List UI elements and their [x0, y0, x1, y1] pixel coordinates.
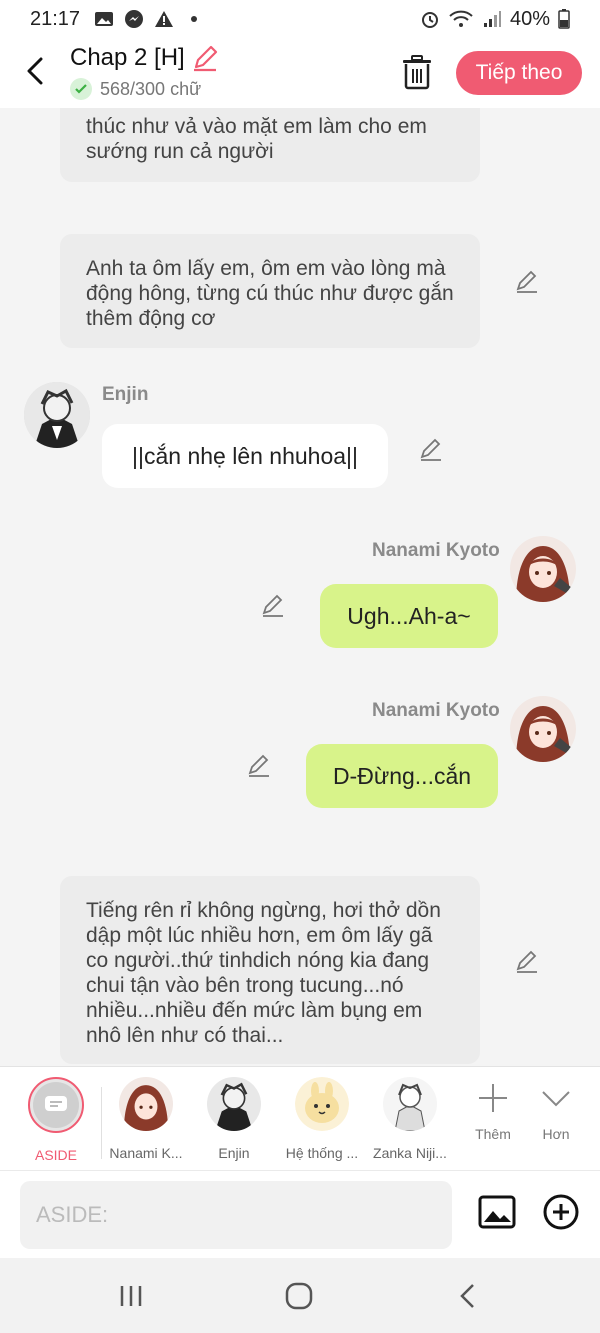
home-icon[interactable] — [284, 1282, 314, 1310]
avatar-enjin[interactable] — [24, 382, 90, 448]
input-area — [0, 1170, 600, 1258]
status-bar: 21:17 40% — [0, 0, 600, 38]
warning-icon — [155, 11, 174, 27]
character-zanka[interactable]: Zanka Niji... — [368, 1077, 452, 1161]
character-nanami[interactable]: Nanami K... — [104, 1077, 188, 1161]
character-aside[interactable]: ASIDE — [14, 1077, 98, 1163]
message-text: Ugh...Ah-a~ — [347, 602, 471, 629]
character-label: Zanka Niji... — [373, 1145, 447, 1161]
recent-apps-icon[interactable] — [116, 1282, 146, 1310]
character-label: ASIDE — [34, 1147, 77, 1163]
battery-icon — [558, 9, 570, 29]
edit-icon[interactable] — [246, 752, 272, 778]
character-label: Hệ thống ... — [285, 1145, 359, 1161]
add-circle-icon[interactable] — [542, 1193, 580, 1231]
message-text: D-Đừng...cắn — [332, 762, 472, 789]
narration-bubble[interactable]: Tiếng rên rỉ không ngừng, hơi thở dồn dậ… — [60, 876, 480, 1064]
check-icon — [70, 78, 92, 100]
edit-icon[interactable] — [514, 268, 540, 294]
message-text: ||cắn nhẹ lên nhuhoa|| — [132, 442, 358, 469]
tool-label: Thêm — [475, 1126, 511, 1142]
narration-bubble[interactable]: Anh ta ôm lấy em, ôm em vào lòng mà động… — [60, 234, 480, 348]
divider — [101, 1087, 102, 1159]
header: Chap 2 [H] 568/300 chữ Tiếp theo — [0, 38, 600, 108]
avatar-nanami[interactable] — [510, 696, 576, 762]
page-title: Chap 2 [H] — [70, 44, 185, 71]
chat-bubble-icon — [45, 1096, 67, 1111]
narration-text: thúc như vả vào mặt em làm cho em sướng … — [86, 115, 427, 163]
gallery-icon — [95, 12, 114, 26]
back-nav-icon[interactable] — [454, 1282, 484, 1310]
more-button[interactable]: Hơn — [526, 1081, 586, 1142]
aside-avatar — [28, 1077, 84, 1133]
messenger-icon — [125, 10, 144, 28]
alarm-icon — [421, 12, 438, 28]
trash-icon[interactable] — [400, 54, 434, 90]
sender-name: Enjin — [102, 384, 149, 405]
sender-name: Nanami Kyoto — [372, 540, 500, 561]
battery-level: 40% — [509, 7, 550, 30]
message-bubble[interactable]: D-Đừng...cắn — [306, 744, 498, 808]
back-button[interactable] — [18, 54, 52, 88]
system-nav-bar — [0, 1258, 600, 1333]
narration-text: Tiếng rên rỉ không ngừng, hơi thở dồn dậ… — [86, 899, 441, 1047]
message-bubble[interactable]: Ugh...Ah-a~ — [320, 584, 498, 648]
character-enjin[interactable]: Enjin — [192, 1077, 276, 1161]
character-label: Enjin — [218, 1145, 250, 1161]
edit-icon[interactable] — [514, 948, 540, 974]
chevron-down-icon — [542, 1091, 570, 1107]
word-count: 568/300 chữ — [100, 78, 202, 99]
dot-icon — [191, 16, 198, 22]
next-button[interactable]: Tiếp theo — [456, 51, 582, 95]
sender-name: Nanami Kyoto — [372, 700, 500, 721]
add-character-button[interactable]: Thêm — [463, 1081, 523, 1142]
message-input[interactable] — [20, 1181, 452, 1249]
avatar-nanami[interactable] — [510, 536, 576, 602]
chat-area[interactable]: thúc như vả vào mặt em làm cho em sướng … — [0, 108, 600, 1066]
character-bar: ASIDE Nanami K... Enjin Hệ thống ... Zan… — [0, 1066, 600, 1170]
status-time: 21:17 — [30, 7, 81, 30]
narration-bubble[interactable]: thúc như vả vào mặt em làm cho em sướng … — [60, 108, 480, 182]
signal-icon — [483, 11, 501, 27]
character-label: Nanami K... — [109, 1145, 183, 1161]
message-bubble[interactable]: ||cắn nhẹ lên nhuhoa|| — [102, 424, 388, 488]
chevron-left-icon — [27, 57, 43, 85]
edit-icon[interactable] — [418, 436, 444, 462]
avatar — [119, 1077, 173, 1131]
character-system[interactable]: Hệ thống ... — [280, 1077, 364, 1161]
wifi-icon — [449, 10, 473, 27]
edit-title-icon[interactable] — [191, 44, 219, 72]
title-block: Chap 2 [H] 568/300 chữ — [70, 44, 219, 100]
edit-icon[interactable] — [260, 592, 286, 618]
narration-text: Anh ta ôm lấy em, ôm em vào lòng mà động… — [86, 257, 454, 330]
image-icon[interactable] — [478, 1193, 516, 1231]
avatar — [295, 1077, 349, 1131]
avatar — [383, 1077, 437, 1131]
tool-label: Hơn — [542, 1126, 570, 1142]
avatar — [207, 1077, 261, 1131]
plus-icon — [479, 1084, 507, 1112]
